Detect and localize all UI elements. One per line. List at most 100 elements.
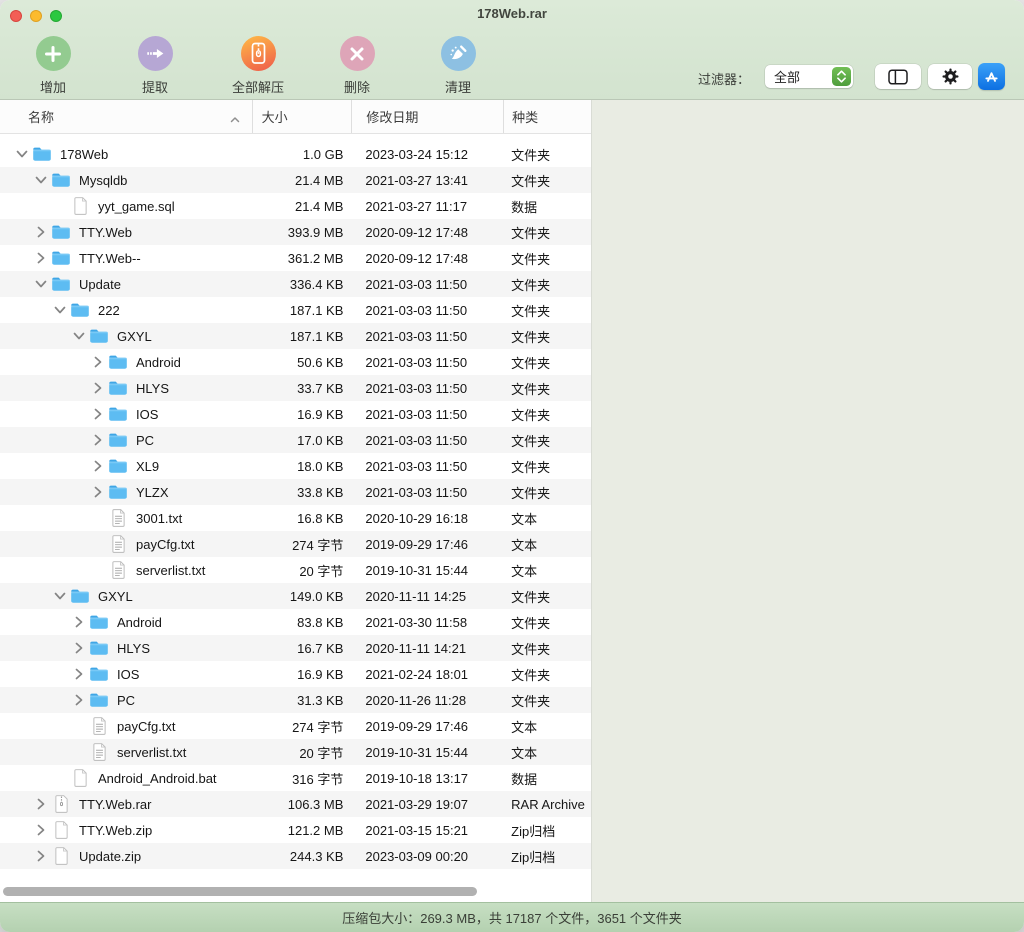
column-header-kind[interactable]: 种类 [503, 100, 591, 133]
table-row[interactable]: Android_Android.bat 316 字节 2019-10-18 13… [0, 765, 591, 791]
table-row[interactable]: PC 17.0 KB 2021-03-03 11:50 文件夹 [0, 427, 591, 453]
item-name: 178Web [60, 147, 108, 162]
disclosure-chevron-icon[interactable] [33, 850, 49, 862]
disclosure-chevron-icon[interactable] [33, 226, 49, 238]
disclosure-chevron-icon[interactable] [71, 330, 87, 342]
item-icon [108, 535, 128, 553]
table-row[interactable]: YLZX 33.8 KB 2021-03-03 11:50 文件夹 [0, 479, 591, 505]
item-name: Update [79, 277, 121, 292]
filter-select[interactable]: 全部 [765, 65, 853, 88]
item-date: 2019-09-29 17:46 [351, 537, 503, 552]
item-date: 2023-03-09 00:20 [351, 849, 503, 864]
item-size: 393.9 MB [252, 225, 352, 240]
add-button[interactable]: 增加 [20, 36, 86, 96]
disclosure-chevron-icon[interactable] [71, 642, 87, 654]
item-kind: 文件夹 [503, 431, 591, 450]
table-row[interactable]: HLYS 16.7 KB 2020-11-11 14:21 文件夹 [0, 635, 591, 661]
table-row[interactable]: XL9 18.0 KB 2021-03-03 11:50 文件夹 [0, 453, 591, 479]
item-icon [89, 665, 109, 683]
table-row[interactable]: IOS 16.9 KB 2021-03-03 11:50 文件夹 [0, 401, 591, 427]
disclosure-chevron-icon[interactable] [90, 460, 106, 472]
settings-button[interactable] [928, 64, 972, 89]
item-size: 21.4 MB [252, 173, 352, 188]
item-icon [108, 509, 128, 527]
table-row[interactable]: serverlist.txt 20 字节 2019-10-31 15:44 文本 [0, 739, 591, 765]
disclosure-chevron-icon[interactable] [90, 486, 106, 498]
disclosure-chevron-icon[interactable] [33, 174, 49, 186]
item-size: 16.7 KB [252, 641, 352, 656]
disclosure-chevron-icon[interactable] [90, 356, 106, 368]
disclosure-chevron-icon[interactable] [14, 148, 30, 160]
table-row[interactable]: Android 83.8 KB 2021-03-30 11:58 文件夹 [0, 609, 591, 635]
tree-indent [14, 596, 52, 597]
delete-button[interactable]: 删除 [324, 36, 390, 96]
table-row[interactable]: GXYL 149.0 KB 2020-11-11 14:25 文件夹 [0, 583, 591, 609]
item-name: IOS [117, 667, 139, 682]
item-date: 2021-03-03 11:50 [351, 329, 503, 344]
table-row[interactable]: TTY.Web 393.9 MB 2020-09-12 17:48 文件夹 [0, 219, 591, 245]
disclosure-chevron-icon[interactable] [33, 824, 49, 836]
item-name: 222 [98, 303, 120, 318]
item-kind: 文本 [503, 509, 591, 528]
table-row[interactable]: 178Web 1.0 GB 2023-03-24 15:12 文件夹 [0, 141, 591, 167]
tree-indent [14, 752, 71, 753]
clean-button[interactable]: 清理 [425, 36, 491, 96]
extract-button[interactable]: 提取 [122, 36, 188, 96]
table-row[interactable]: GXYL 187.1 KB 2021-03-03 11:50 文件夹 [0, 323, 591, 349]
item-kind: 文件夹 [503, 587, 591, 606]
item-icon [89, 327, 109, 345]
table-row[interactable]: HLYS 33.7 KB 2021-03-03 11:50 文件夹 [0, 375, 591, 401]
table-row[interactable]: Update 336.4 KB 2021-03-03 11:50 文件夹 [0, 271, 591, 297]
item-kind: 文件夹 [503, 483, 591, 502]
table-row[interactable]: PC 31.3 KB 2020-11-26 11:28 文件夹 [0, 687, 591, 713]
item-kind: 文件夹 [503, 249, 591, 268]
disclosure-chevron-icon[interactable] [52, 304, 68, 316]
item-kind: 文件夹 [503, 639, 591, 658]
table-row[interactable]: Update.zip 244.3 KB 2023-03-09 00:20 Zip… [0, 843, 591, 869]
table-row[interactable]: TTY.Web-- 361.2 MB 2020-09-12 17:48 文件夹 [0, 245, 591, 271]
disclosure-chevron-icon[interactable] [71, 616, 87, 628]
item-name: payCfg.txt [136, 537, 195, 552]
disclosure-chevron-icon[interactable] [71, 668, 87, 680]
column-header-size[interactable]: 大小 [252, 100, 352, 133]
table-row[interactable]: TTY.Web.zip 121.2 MB 2021-03-15 15:21 Zi… [0, 817, 591, 843]
extract-all-button[interactable]: 全部解压 [213, 36, 303, 96]
horizontal-scrollbar[interactable] [3, 887, 477, 896]
table-row[interactable]: IOS 16.9 KB 2021-02-24 18:01 文件夹 [0, 661, 591, 687]
item-icon [108, 457, 128, 475]
item-date: 2021-03-03 11:50 [351, 407, 503, 422]
table-row[interactable]: serverlist.txt 20 字节 2019-10-31 15:44 文本 [0, 557, 591, 583]
disclosure-chevron-icon[interactable] [33, 798, 49, 810]
table-row[interactable]: TTY.Web.rar 106.3 MB 2021-03-29 19:07 RA… [0, 791, 591, 817]
item-icon [108, 379, 128, 397]
table-row[interactable]: yyt_game.sql 21.4 MB 2021-03-27 11:17 数据 [0, 193, 591, 219]
table-row[interactable]: 222 187.1 KB 2021-03-03 11:50 文件夹 [0, 297, 591, 323]
item-date: 2020-11-26 11:28 [351, 693, 503, 708]
item-icon [70, 301, 90, 319]
disclosure-chevron-icon[interactable] [90, 434, 106, 446]
table-row[interactable]: payCfg.txt 274 字节 2019-09-29 17:46 文本 [0, 531, 591, 557]
item-icon [51, 223, 71, 241]
item-name: PC [117, 693, 135, 708]
disclosure-chevron-icon[interactable] [33, 252, 49, 264]
table-row[interactable]: payCfg.txt 274 字节 2019-09-29 17:46 文本 [0, 713, 591, 739]
toggle-sidebar-button[interactable] [875, 64, 921, 89]
table-row[interactable]: Android 50.6 KB 2021-03-03 11:50 文件夹 [0, 349, 591, 375]
disclosure-chevron-icon[interactable] [90, 382, 106, 394]
gear-icon [942, 68, 959, 85]
item-date: 2019-10-31 15:44 [351, 563, 503, 578]
disclosure-chevron-icon[interactable] [52, 590, 68, 602]
column-header-date[interactable]: 修改日期 [351, 100, 503, 133]
disclosure-chevron-icon[interactable] [71, 694, 87, 706]
table-row[interactable]: Mysqldb 21.4 MB 2021-03-27 13:41 文件夹 [0, 167, 591, 193]
item-kind: 文件夹 [503, 171, 591, 190]
delete-label: 删除 [324, 77, 390, 96]
disclosure-chevron-icon[interactable] [33, 278, 49, 290]
appstore-button[interactable] [978, 63, 1005, 90]
item-size: 244.3 KB [252, 849, 352, 864]
table-row[interactable]: 3001.txt 16.8 KB 2020-10-29 16:18 文本 [0, 505, 591, 531]
disclosure-chevron-icon[interactable] [90, 408, 106, 420]
tree-indent [14, 804, 33, 805]
column-header-name[interactable]: 名称 [0, 100, 252, 133]
delete-icon [340, 36, 375, 71]
